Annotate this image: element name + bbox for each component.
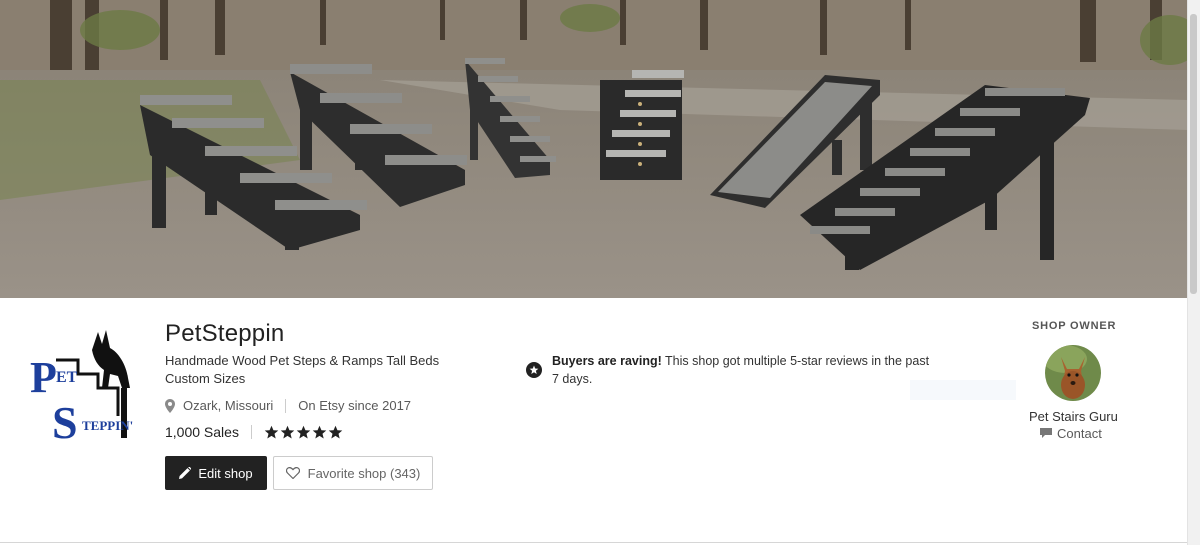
shop-name: PetSteppin	[165, 320, 285, 347]
logo-text-teppin: TEPPIN'	[82, 418, 133, 433]
shop-logo: P ET S TEPPIN'	[26, 326, 150, 448]
heart-icon	[285, 467, 300, 479]
buyers-raving-bold: Buyers are raving!	[552, 354, 662, 368]
pencil-icon	[179, 467, 192, 479]
owner-name[interactable]: Pet Stairs Guru	[1029, 409, 1118, 424]
divider	[250, 425, 252, 439]
buyers-raving-text: Buyers are raving! This shop got multipl…	[552, 352, 936, 388]
star-rating[interactable]	[264, 425, 343, 440]
faded-overlay	[910, 380, 1016, 400]
shop-tagline: Handmade Wood Pet Steps & Ramps Tall Bed…	[165, 353, 440, 386]
star-badge-icon	[526, 362, 542, 378]
shop-location-row: Ozark, Missouri On Etsy since 2017	[165, 398, 411, 413]
star-icon	[264, 425, 279, 438]
page-scrollbar[interactable]	[1187, 0, 1200, 545]
divider	[0, 542, 1188, 543]
owner-avatar[interactable]	[1045, 345, 1101, 401]
divider	[285, 398, 287, 413]
shop-banner-image	[0, 0, 1188, 298]
shop-sales-row: 1,000 Sales	[165, 424, 343, 440]
edit-shop-label: Edit shop	[198, 465, 253, 481]
favorite-shop-label: Favorite shop (343)	[307, 465, 421, 481]
shop-owner-heading: SHOP OWNER	[1032, 320, 1117, 332]
contact-owner-link[interactable]: Contact	[1040, 426, 1102, 441]
shop-location: Ozark, Missouri	[183, 398, 274, 413]
edit-shop-button[interactable]: Edit shop	[165, 456, 267, 490]
favorite-shop-button[interactable]: Favorite shop (343)	[273, 456, 433, 490]
star-icon	[328, 425, 343, 438]
star-icon	[312, 425, 327, 438]
buyers-raving-notice: Buyers are raving! This shop got multipl…	[526, 352, 936, 388]
shop-sales-count[interactable]: 1,000 Sales	[165, 424, 239, 440]
location-pin-icon	[165, 398, 175, 413]
logo-letter-s: S	[52, 397, 78, 444]
scrollbar-thumb[interactable]	[1190, 14, 1197, 294]
star-icon	[280, 425, 295, 438]
contact-label: Contact	[1057, 426, 1102, 441]
shop-since: On Etsy since 2017	[298, 398, 412, 413]
logo-letter-p: P	[30, 353, 57, 402]
message-icon	[1040, 428, 1052, 438]
logo-text-et: ET	[56, 369, 78, 386]
star-icon	[296, 425, 311, 438]
